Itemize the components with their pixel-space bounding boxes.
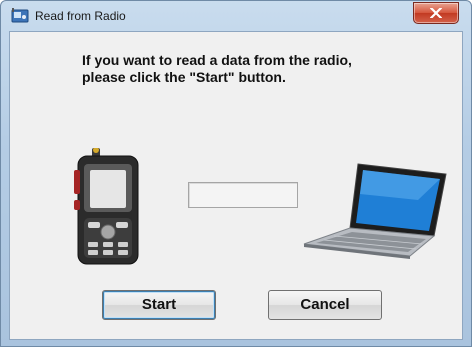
cancel-button[interactable]: Cancel [268, 290, 382, 320]
instruction-line-2: please click the "Start" button. [82, 69, 286, 85]
handheld-radio-image [74, 148, 139, 265]
window-title: Read from Radio [35, 9, 126, 23]
start-button[interactable]: Start [102, 290, 216, 320]
instruction-line-1: If you want to read a data from the radi… [82, 52, 352, 68]
instruction-text: If you want to read a data from the radi… [82, 52, 422, 86]
laptop-computer-image [303, 163, 447, 259]
progress-bar [188, 182, 298, 208]
close-button[interactable] [413, 2, 459, 24]
title-bar[interactable]: Read from Radio [1, 1, 471, 31]
close-icon [430, 8, 442, 18]
radio-app-icon [11, 8, 29, 24]
